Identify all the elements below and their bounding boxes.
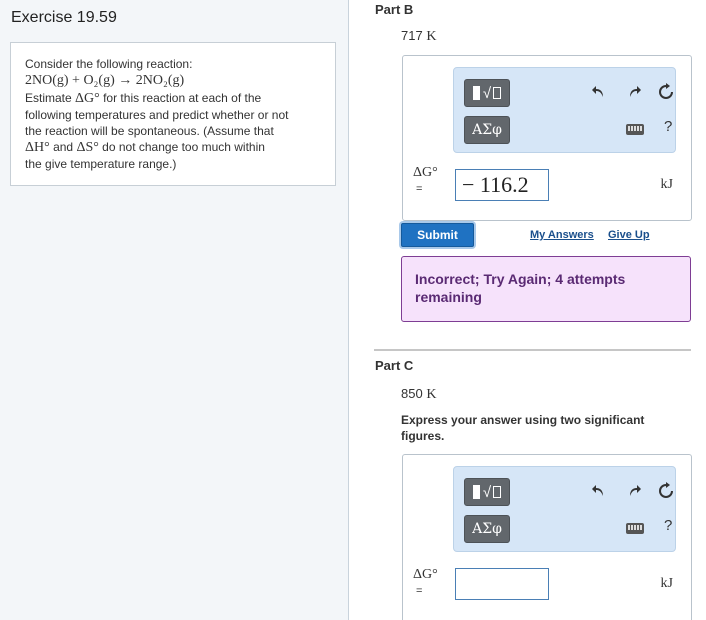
math-template-button[interactable]: √ bbox=[464, 79, 510, 107]
part-b-equals-sign: = bbox=[416, 183, 423, 195]
help-icon[interactable]: ? bbox=[664, 118, 672, 135]
part-c-instructions: Express your answer using two significan… bbox=[401, 413, 645, 443]
section-divider bbox=[374, 349, 691, 351]
delta-h-symbol: ΔH° bbox=[25, 140, 50, 155]
delta-g-symbol: ΔG° bbox=[75, 91, 100, 106]
redo-arrow-icon[interactable] bbox=[623, 81, 645, 103]
part-c-quantity-label: ΔG° bbox=[413, 567, 438, 582]
answer-column: Part B 717 K √ ΑΣφ ? ΔG° = − 116.2 kJ Su… bbox=[349, 0, 706, 620]
help-icon[interactable]: ? bbox=[664, 517, 672, 534]
redo-arrow-icon[interactable] bbox=[623, 480, 645, 502]
part-c-answer-box: √ ΑΣφ ? ΔG° = kJ bbox=[402, 454, 692, 620]
reaction-equation: 2NO(g) + O₂(g) → 2NO₂(g) bbox=[25, 73, 185, 88]
problem-panel: Exercise 19.59 Consider the following re… bbox=[0, 0, 349, 620]
keyboard-icon[interactable] bbox=[626, 523, 644, 534]
my-answers-link[interactable]: My Answers bbox=[530, 229, 594, 241]
part-c-unit: kJ bbox=[660, 576, 673, 591]
part-c-label: Part C bbox=[375, 358, 414, 373]
keyboard-icon[interactable] bbox=[626, 124, 644, 135]
reset-icon[interactable] bbox=[655, 480, 677, 502]
part-b-unit: kJ bbox=[660, 177, 673, 192]
delta-s-symbol: ΔS° bbox=[76, 140, 99, 155]
part-b-label: Part B bbox=[375, 2, 414, 17]
problem-line-5: the reaction will be spontaneous. (Assum… bbox=[25, 124, 274, 138]
part-b-temperature: 717 K bbox=[401, 28, 437, 44]
part-c-answer-input[interactable] bbox=[455, 568, 549, 600]
problem-line-7: the give temperature range.) bbox=[25, 157, 177, 171]
problem-line-6: ΔH° and ΔS° do not change too much withi… bbox=[25, 140, 265, 155]
problem-line-3: Estimate ΔG° for this reaction at each o… bbox=[25, 91, 262, 106]
give-up-link[interactable]: Give Up bbox=[608, 229, 650, 241]
greek-symbols-button[interactable]: ΑΣφ bbox=[464, 116, 510, 144]
part-b-answer-box: √ ΑΣφ ? ΔG° = − 116.2 kJ bbox=[402, 55, 692, 221]
part-b-quantity-label: ΔG° bbox=[413, 165, 438, 180]
math-template-button[interactable]: √ bbox=[464, 478, 510, 506]
part-c-equals-sign: = bbox=[416, 585, 423, 597]
problem-intro: Consider the following reaction: bbox=[25, 57, 193, 71]
undo-arrow-icon[interactable] bbox=[588, 81, 610, 103]
part-c-temperature: 850 K bbox=[401, 386, 437, 402]
problem-statement: Consider the following reaction: 2NO(g) … bbox=[10, 42, 336, 186]
exercise-title: Exercise 19.59 bbox=[11, 9, 117, 26]
part-c-equation-toolbar: √ ΑΣφ ? bbox=[453, 466, 676, 552]
part-b-answer-input[interactable]: − 116.2 bbox=[455, 169, 549, 201]
problem-line-4: following temperatures and predict wheth… bbox=[25, 108, 289, 122]
undo-arrow-icon[interactable] bbox=[588, 480, 610, 502]
greek-symbols-button[interactable]: ΑΣφ bbox=[464, 515, 510, 543]
submit-button[interactable]: Submit bbox=[401, 223, 474, 247]
part-b-equation-toolbar: √ ΑΣφ ? bbox=[453, 67, 676, 153]
reset-icon[interactable] bbox=[655, 81, 677, 103]
feedback-message: Incorrect; Try Again; 4 attempts remaini… bbox=[401, 256, 691, 322]
